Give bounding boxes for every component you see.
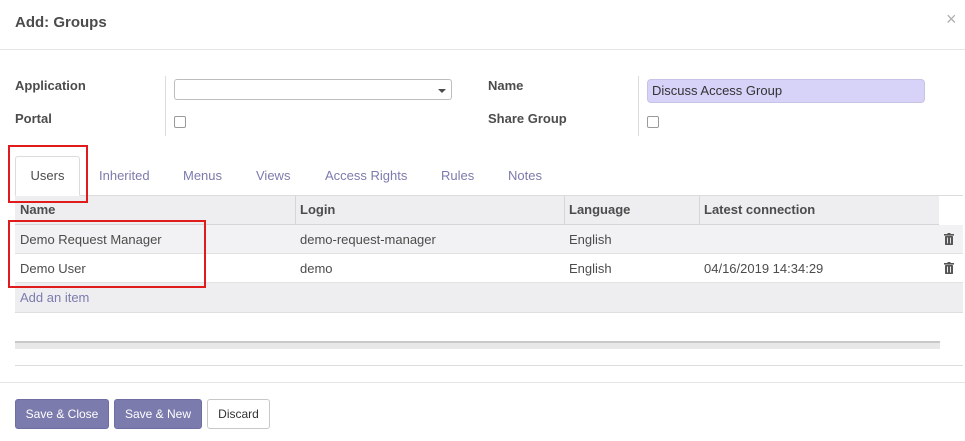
cell-login: demo — [300, 261, 333, 276]
tab-rules[interactable]: Rules — [441, 168, 474, 183]
trash-icon[interactable] — [944, 233, 954, 245]
tab-notes[interactable]: Notes — [508, 168, 542, 183]
save-new-button[interactable]: Save & New — [114, 399, 202, 429]
save-close-button[interactable]: Save & Close — [15, 399, 109, 429]
share-group-label: Share Group — [488, 111, 567, 126]
add-item-link[interactable]: Add an item — [20, 290, 89, 305]
dialog-title: Add: Groups — [15, 14, 107, 31]
tab-inherited[interactable]: Inherited — [99, 168, 150, 183]
field-divider — [638, 76, 639, 136]
application-select[interactable] — [174, 79, 452, 100]
share-group-checkbox[interactable] — [647, 116, 659, 128]
name-label: Name — [488, 78, 524, 93]
close-icon[interactable]: × — [946, 10, 957, 28]
horizontal-scrollbar[interactable] — [15, 341, 940, 349]
column-latest-connection[interactable]: Latest connection — [699, 196, 815, 225]
column-language[interactable]: Language — [564, 196, 630, 225]
column-login[interactable]: Login — [295, 196, 335, 225]
cell-language: English — [569, 261, 612, 276]
caret-down-icon — [438, 89, 446, 93]
field-divider — [165, 76, 166, 136]
name-input[interactable]: Discuss Access Group — [647, 79, 925, 103]
portal-checkbox[interactable] — [174, 116, 186, 128]
portal-label: Portal — [15, 111, 52, 126]
tab-access-rights[interactable]: Access Rights — [325, 168, 407, 183]
column-actions — [939, 196, 963, 225]
cell-latest-connection: 04/16/2019 14:34:29 — [704, 261, 824, 276]
dialog-header: Add: Groups × — [0, 0, 965, 50]
cell-language: English — [569, 232, 612, 247]
tab-menus[interactable]: Menus — [183, 168, 222, 183]
tab-views[interactable]: Views — [256, 168, 290, 183]
footer-divider — [0, 382, 965, 383]
discard-button[interactable]: Discard — [207, 399, 270, 429]
trash-icon[interactable] — [944, 262, 954, 274]
highlight-box-users-tab — [8, 145, 88, 203]
divider — [15, 365, 963, 366]
cell-login: demo-request-manager — [300, 232, 436, 247]
application-label: Application — [15, 78, 86, 93]
highlight-box-user-names — [8, 220, 206, 288]
